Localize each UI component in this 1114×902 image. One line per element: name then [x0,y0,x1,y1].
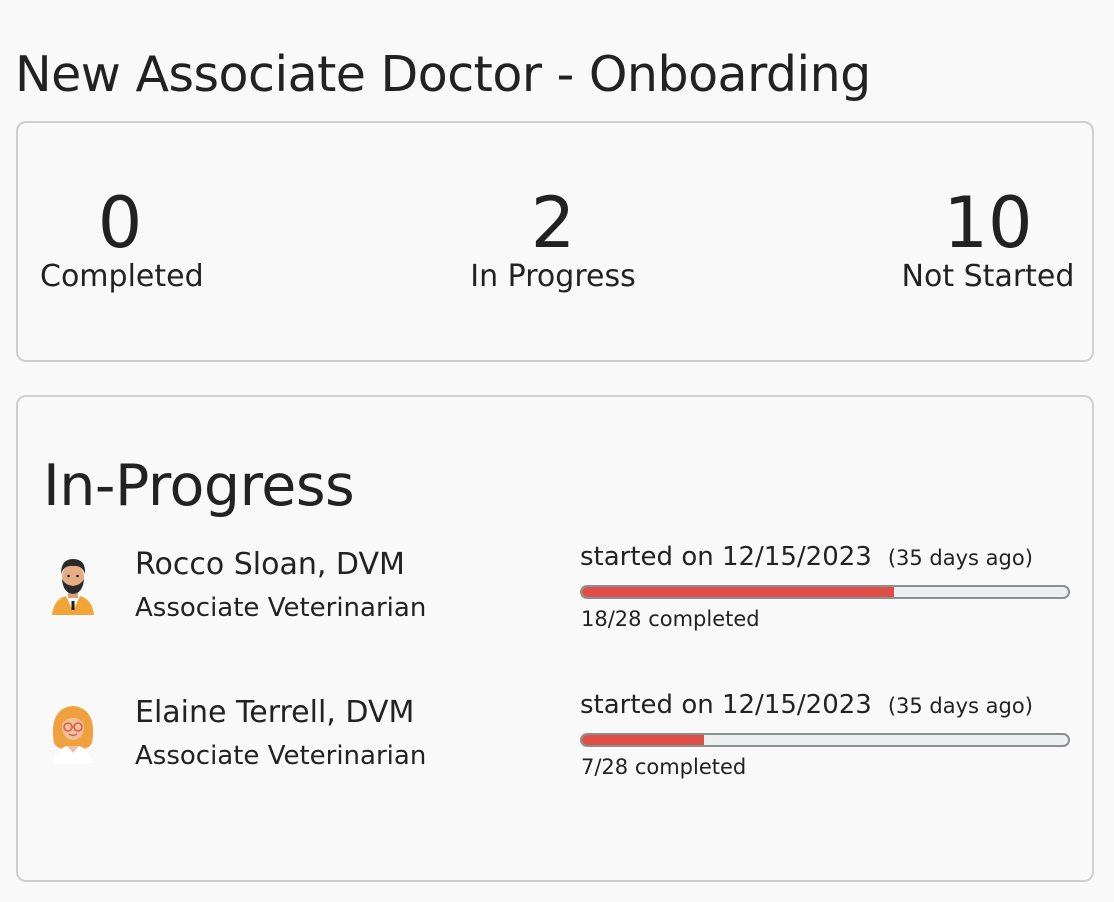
start-date: started on 12/15/2023 [580,542,872,572]
male-doctor-avatar-icon [46,553,100,615]
page-title: New Associate Doctor - Onboarding [15,46,871,103]
completed-count: 7/28 completed [581,755,747,779]
in-progress-card: In-Progress Rocco Sloan, DVM Associate V… [16,395,1094,882]
progress-bar-fill [582,587,895,597]
progress-bar [580,585,1070,599]
stat-in-progress[interactable]: 2 In Progress [468,183,638,297]
days-ago: (35 days ago) [887,546,1033,570]
stat-not-started-count: 10 [943,182,1033,264]
start-info: started on 12/15/2023 (35 days ago) [580,539,1033,576]
completed-count: 18/28 completed [581,607,760,631]
person-row[interactable]: Rocco Sloan, DVM Associate Veterinarian … [18,537,1092,647]
section-title: In-Progress [43,453,355,519]
stat-completed-count: 0 [97,182,143,264]
summary-card: 0 Completed 2 In Progress 10 Not Started [16,121,1094,362]
days-ago: (35 days ago) [887,694,1033,718]
person-role: Associate Veterinarian [135,593,427,623]
stat-not-started-label: Not Started [901,259,1075,294]
female-doctor-avatar-icon [46,701,100,763]
person-name[interactable]: Elaine Terrell, DVM [135,693,414,733]
stat-completed-label: Completed [40,259,204,294]
person-row[interactable]: Elaine Terrell, DVM Associate Veterinari… [18,685,1092,795]
person-role: Associate Veterinarian [135,741,427,771]
progress-bar-fill [582,735,704,745]
person-name[interactable]: Rocco Sloan, DVM [135,545,405,585]
stat-in-progress-count: 2 [530,182,576,264]
stat-in-progress-label: In Progress [470,259,636,294]
start-info: started on 12/15/2023 (35 days ago) [580,687,1033,724]
stat-completed[interactable]: 0 Completed [40,182,204,297]
stat-not-started[interactable]: 10 Not Started [898,183,1078,297]
progress-bar [580,733,1070,747]
start-date: started on 12/15/2023 [580,690,872,720]
